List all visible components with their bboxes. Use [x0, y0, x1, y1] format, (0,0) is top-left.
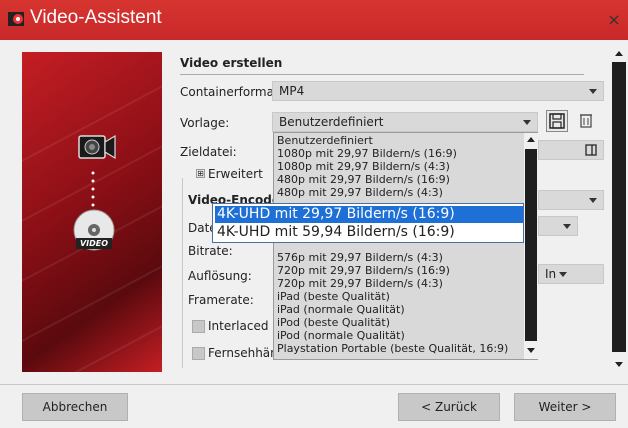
list-item[interactable]: 720p mit 29,97 Bildern/s (4:3): [277, 277, 443, 290]
scrollbar-thumb[interactable]: [612, 62, 626, 352]
bitrate-label: Bitrate:: [188, 244, 233, 258]
chevron-down-icon: [589, 89, 597, 94]
file-select[interactable]: [538, 216, 578, 236]
scroll-down-icon[interactable]: [615, 360, 623, 368]
interlaced-checkbox[interactable]: [192, 320, 205, 333]
section-title: Video erstellen: [180, 56, 283, 70]
list-item[interactable]: 480p mit 29,97 Bildern/s (4:3): [277, 186, 443, 199]
framerate-label: Framerate:: [188, 293, 254, 307]
list-item[interactable]: 576p mit 29,97 Bildern/s (4:3): [277, 251, 443, 264]
chevron-down-icon: [523, 120, 531, 125]
resolution-unit-value: In: [545, 267, 557, 281]
template-label: Vorlage:: [180, 116, 230, 130]
scroll-up-icon[interactable]: [527, 136, 535, 144]
list-item[interactable]: 720p mit 29,97 Bildern/s (16:9): [277, 264, 450, 277]
template-dropdown-list[interactable]: Benutzerdefiniert 1080p mit 29,97 Bilder…: [273, 132, 538, 360]
close-button[interactable]: ×: [604, 10, 624, 30]
template-select[interactable]: Benutzerdefiniert: [272, 112, 538, 132]
browse-folder-icon[interactable]: [584, 143, 598, 157]
app-logo-icon: [8, 12, 24, 26]
container-format-select[interactable]: MP4: [272, 81, 604, 101]
list-item[interactable]: iPad (beste Qualität): [277, 290, 390, 303]
chevron-down-icon: [559, 272, 567, 277]
cancel-button[interactable]: Abbrechen: [22, 393, 128, 421]
template-value: Benutzerdefiniert: [279, 115, 384, 129]
video-label: VIDEO: [76, 238, 112, 249]
uhd-options-popup[interactable]: 4K-UHD mit 29,97 Bildern/s (16:9) 4K-UHD…: [212, 203, 524, 243]
scroll-up-icon[interactable]: [615, 50, 623, 58]
list-item[interactable]: iPad (normale Qualität): [277, 303, 405, 316]
back-button[interactable]: < Zurück: [398, 393, 500, 421]
container-format-label: Containerformat:: [180, 85, 283, 99]
list-item[interactable]: 1080p mit 29,97 Bildern/s (16:9): [277, 147, 457, 160]
resolution-unit-select[interactable]: In: [538, 264, 604, 284]
target-file-label: Zieldatei:: [180, 145, 237, 159]
window-title: Video-Assistent: [30, 7, 162, 28]
advanced-label[interactable]: Erweitert: [208, 167, 263, 181]
chevron-down-icon: [563, 224, 571, 229]
dropdown-scrollbar-thumb[interactable]: [525, 149, 537, 341]
resolution-label: Auflösung:: [188, 269, 252, 283]
save-template-button[interactable]: [546, 110, 568, 132]
list-item[interactable]: Playstation Portable (beste Qualität, 16…: [277, 342, 508, 355]
scroll-down-icon[interactable]: [527, 346, 535, 354]
list-item[interactable]: iPod (normale Qualität): [277, 329, 405, 342]
list-item[interactable]: 1080p mit 29,97 Bildern/s (4:3): [277, 160, 450, 173]
dropdown-scrollbar[interactable]: [524, 133, 538, 359]
interlaced-label: Interlaced: [208, 319, 269, 333]
side-illustration: VIDEO: [22, 52, 162, 372]
main-scrollbar[interactable]: [612, 48, 626, 375]
trash-icon: [580, 114, 592, 128]
container-format-value: MP4: [279, 84, 305, 98]
delete-template-button[interactable]: [576, 110, 598, 132]
connector-dots: [91, 171, 95, 207]
tv-checkbox[interactable]: [192, 347, 205, 360]
list-item[interactable]: iPod (beste Qualität): [277, 316, 390, 329]
next-button[interactable]: Weiter >: [514, 393, 616, 421]
encoder-select[interactable]: [538, 190, 604, 210]
uhd-5994-option[interactable]: 4K-UHD mit 59,94 Bildern/s (16:9): [217, 224, 455, 241]
group-border: [182, 178, 183, 368]
chevron-down-icon: [589, 198, 597, 203]
list-item[interactable]: Benutzerdefiniert: [277, 134, 373, 147]
uhd-2997-option[interactable]: 4K-UHD mit 29,97 Bildern/s (16:9): [215, 206, 523, 223]
section-divider: [180, 74, 584, 75]
save-icon: [549, 113, 565, 129]
list-item[interactable]: 480p mit 29,97 Bildern/s (16:9): [277, 173, 450, 186]
camera-icon: [78, 134, 116, 160]
advanced-expand-icon[interactable]: ⊞: [196, 169, 205, 178]
